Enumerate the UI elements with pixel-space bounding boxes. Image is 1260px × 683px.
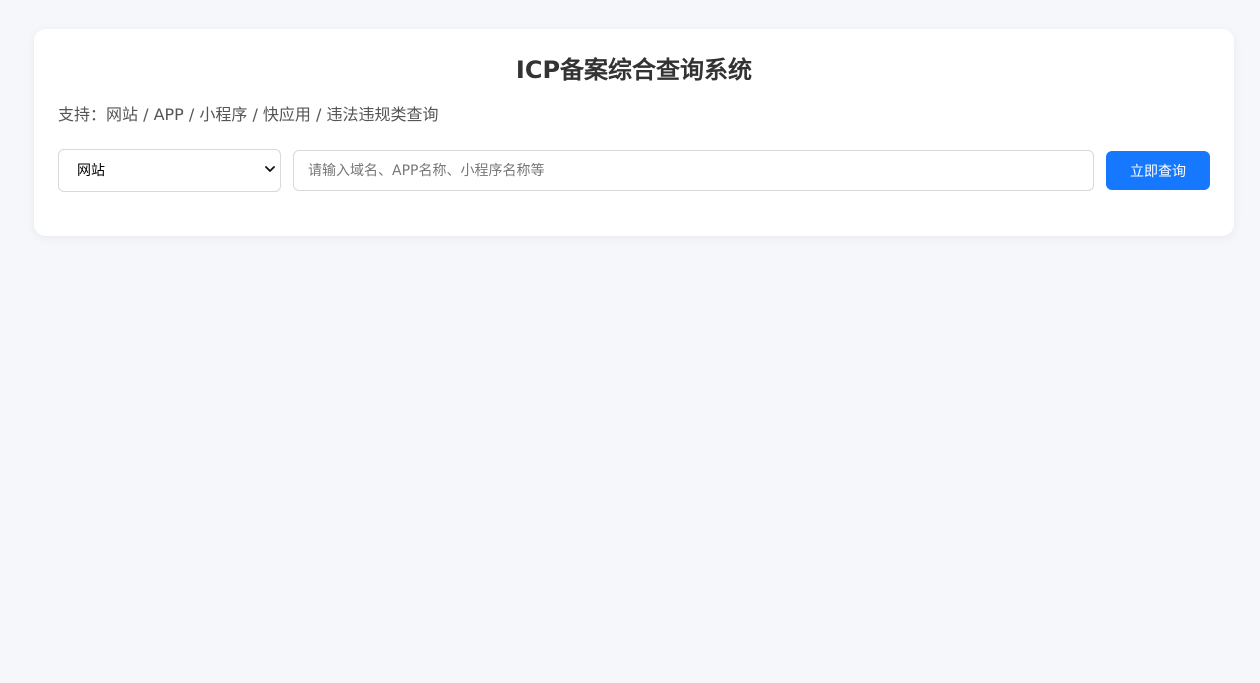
query-button[interactable]: 立即查询 bbox=[1106, 151, 1210, 190]
page-title: ICP备案综合查询系统 bbox=[515, 56, 753, 84]
query-card: ICP备案综合查询系统 支持：网站 / APP / 小程序 / 快应用 / 违法… bbox=[34, 29, 1234, 236]
query-type-select[interactable]: 网站 bbox=[58, 149, 281, 192]
support-text: 支持：网站 / APP / 小程序 / 快应用 / 违法违规类查询 bbox=[58, 105, 439, 124]
query-type-select-wrapper: 网站 bbox=[58, 149, 281, 192]
search-input[interactable] bbox=[293, 150, 1094, 191]
